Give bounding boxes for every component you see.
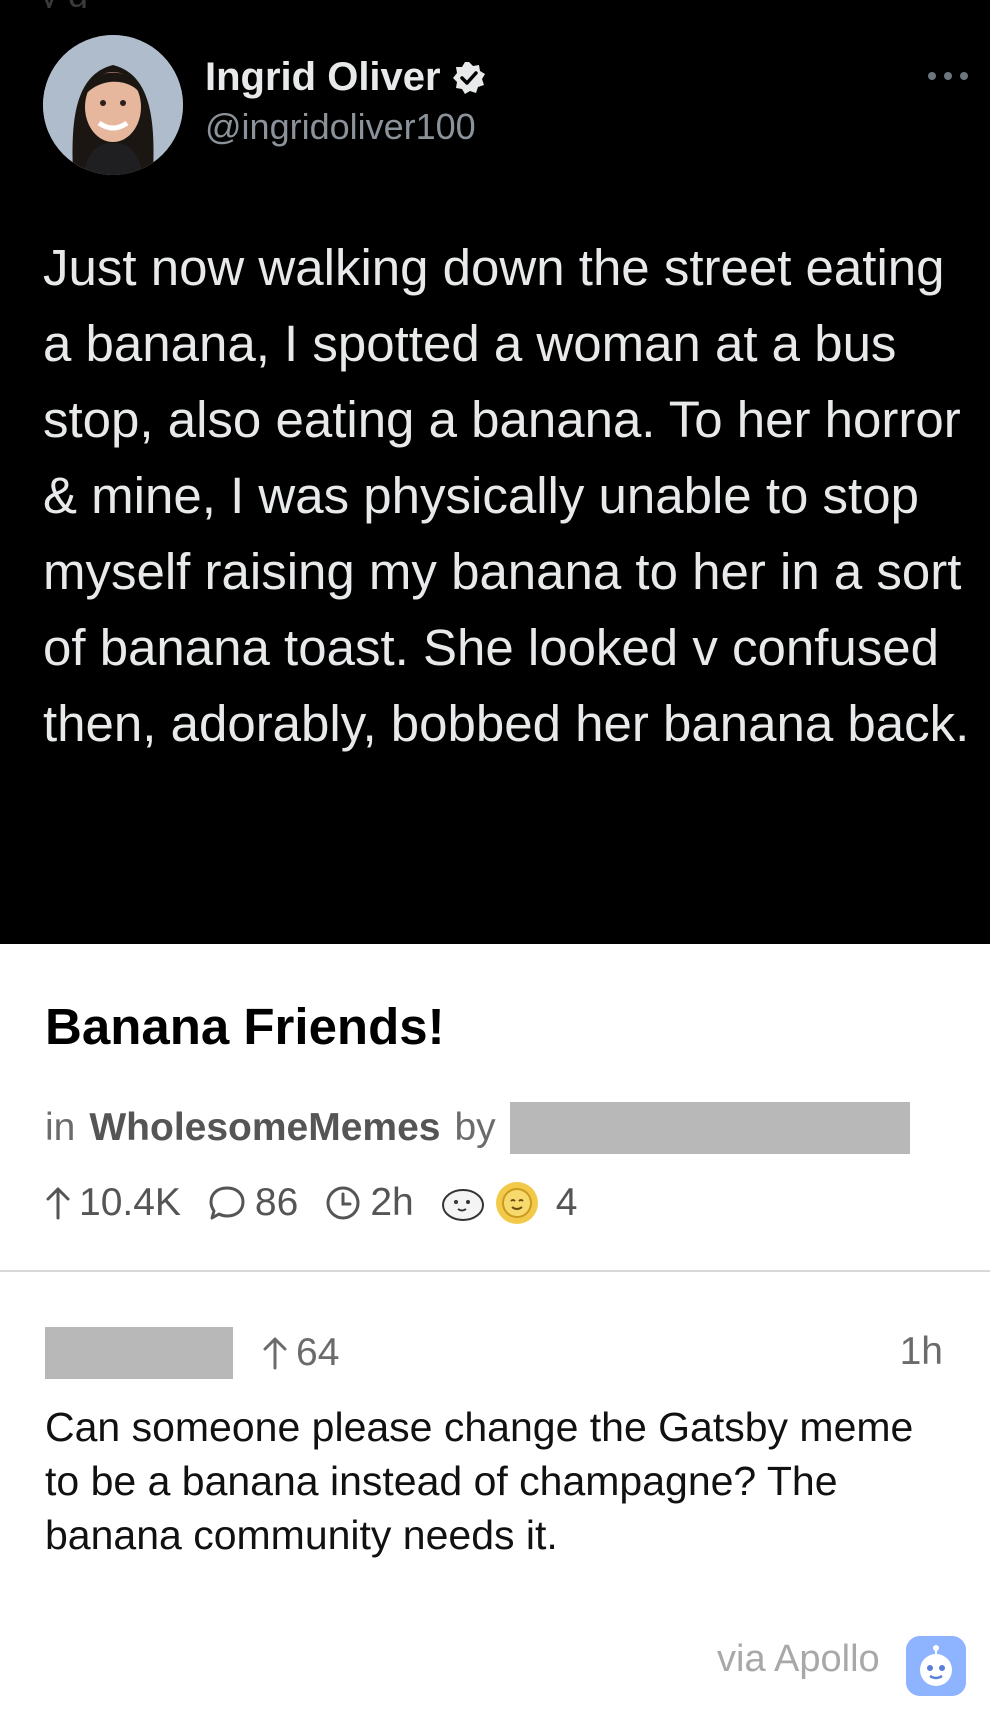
tweet-text: Just now walking down the street eating … [43, 239, 970, 752]
in-label: in [45, 1106, 76, 1149]
cropped-previous-line: y g [40, 0, 680, 8]
upvote-count: 10.4K [79, 1181, 181, 1224]
comment-time: 1h [899, 1330, 943, 1373]
via-apollo-label: via Apollo [717, 1638, 880, 1680]
arrow-up-icon [46, 1187, 70, 1220]
verified-badge-icon [452, 61, 485, 94]
apollo-app-icon [906, 1636, 966, 1696]
by-label: by [454, 1106, 496, 1149]
tweet-card: y g Ingrid Oliver @ingridoliver100 Just … [0, 0, 990, 944]
subreddit-link[interactable]: WholesomeMemes [89, 1106, 440, 1150]
upvote-stat[interactable]: 10.4K [45, 1181, 181, 1225]
section-divider [0, 1270, 990, 1272]
post-age: 2h [370, 1181, 414, 1224]
comment-count: 86 [254, 1181, 299, 1224]
redacted-username[interactable] [509, 1102, 910, 1154]
awards-stat[interactable]: 4 [440, 1180, 578, 1226]
author-handle[interactable]: @ingridoliver100 [205, 106, 476, 148]
arrow-up-icon [263, 1337, 287, 1370]
redacted-comment-author[interactable] [45, 1327, 233, 1379]
comment-stat[interactable]: 86 [207, 1181, 298, 1225]
comment-score-value: 64 [296, 1331, 340, 1374]
wholesome-seal-award-icon [441, 1189, 484, 1221]
ellipsis-icon[interactable] [928, 68, 968, 84]
post-title: Banana Friends! [45, 998, 445, 1055]
comment-score[interactable]: 64 [262, 1328, 339, 1378]
sun-award-icon [495, 1182, 538, 1224]
author-name[interactable]: Ingrid Oliver [205, 55, 441, 100]
age-stat: 2h [324, 1181, 414, 1225]
author-name-row[interactable]: Ingrid Oliver [205, 55, 487, 100]
post-meta: in WholesomeMemes by [45, 1102, 945, 1154]
post-stats: 10.4K 86 2h 4 [45, 1178, 603, 1228]
clock-icon [326, 1186, 360, 1220]
speech-bubble-icon [209, 1186, 245, 1220]
author-avatar[interactable] [43, 35, 183, 175]
comment-text: Can someone please change the Gatsby mem… [45, 1404, 914, 1558]
award-count: 4 [555, 1181, 578, 1224]
